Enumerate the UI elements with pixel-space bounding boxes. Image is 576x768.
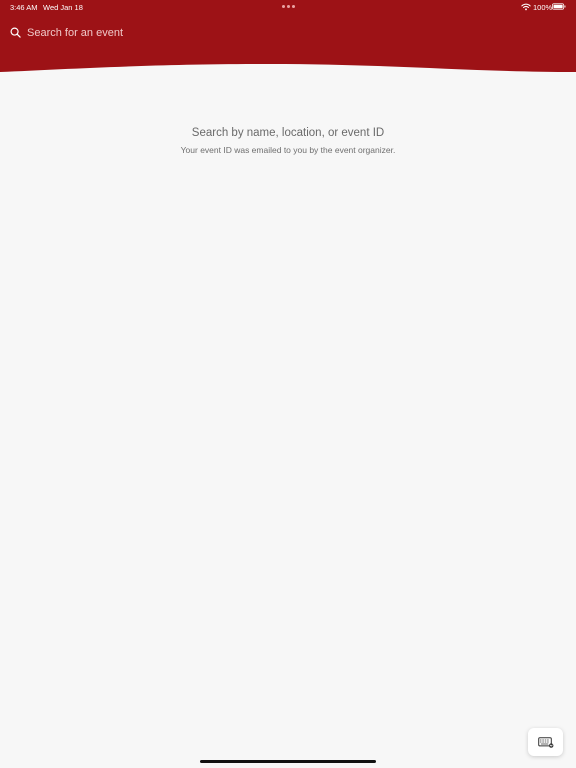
search-icon <box>10 27 21 38</box>
battery-icon <box>552 3 566 10</box>
status-bar: 3:46 AM Wed Jan 18 100% <box>0 0 576 14</box>
search-header: 3:46 AM Wed Jan 18 100% <box>0 0 576 72</box>
empty-state-title: Search by name, location, or event ID <box>191 127 385 139</box>
search-bar[interactable] <box>0 24 576 44</box>
multitasking-dots-icon[interactable] <box>282 5 295 9</box>
keyboard-toggle-button[interactable] <box>528 728 563 756</box>
battery-percentage: 100% <box>533 3 553 12</box>
search-empty-state: Search by name, location, or event ID Yo… <box>0 126 576 156</box>
event-search-input[interactable] <box>27 24 427 42</box>
home-indicator[interactable] <box>200 760 376 763</box>
status-time: 3:46 AM <box>10 3 38 12</box>
event-search-screen: 3:46 AM Wed Jan 18 100% Search for an ev… <box>0 0 576 768</box>
empty-state-subtitle: Your event ID was emailed to you by the … <box>180 145 396 155</box>
status-date: Wed Jan 18 <box>43 3 83 12</box>
wifi-icon <box>521 3 531 11</box>
keyboard-icon <box>538 737 554 748</box>
